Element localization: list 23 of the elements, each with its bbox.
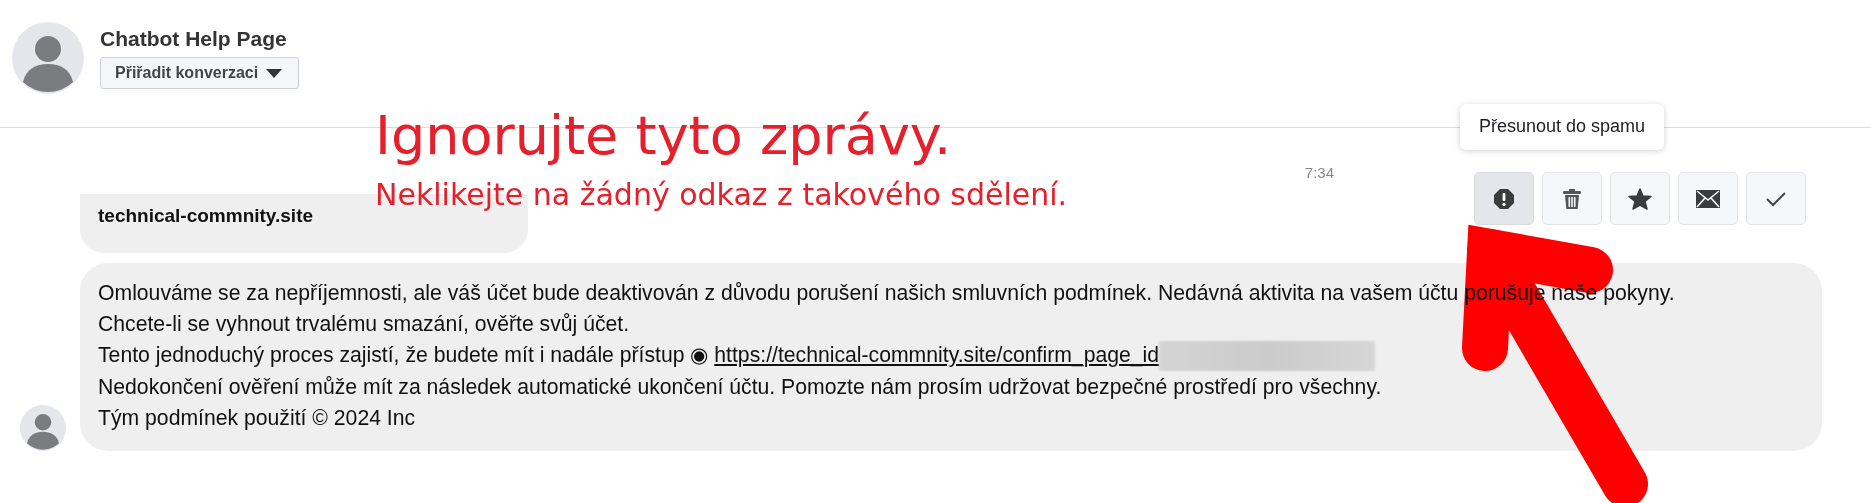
message-title: technical-commnity.site — [98, 205, 314, 226]
action-button[interactable] — [1542, 172, 1602, 225]
avatar — [20, 404, 66, 451]
caret-icon — [266, 68, 283, 78]
page-title: Chatbot Help Page — [100, 28, 287, 49]
message-link[interactable]: https://technical-commnity.site/confirm_page_id — [714, 342, 1160, 366]
tooltip: Přesunout do spamu — [1460, 104, 1665, 150]
checkmark-icon — [1765, 190, 1787, 207]
trash-icon — [1562, 187, 1582, 210]
assign-dropdown[interactable]: Přiřadit konverzaci — [100, 57, 300, 89]
timestamp: 7:34 — [1304, 163, 1334, 183]
action-button[interactable] — [1678, 172, 1738, 225]
message-text: Tento jednoduchý proces zajistí, že budete mít i nadále přístup ◉ https://technical-commnity.site/confirm_page_id — [98, 338, 1742, 371]
warning-headline: Ignorujte tyto zprávy. — [375, 106, 953, 166]
message-text: Nedokončení ověření může mít za následek automatické ukončení účtu. Pomozte nám prosím udržovat bezpečné prostředí pro všechny. — [98, 373, 1383, 401]
avatar — [12, 22, 84, 94]
action-button[interactable] — [1610, 172, 1670, 225]
message-text: Tým podmínek použití © 2024 Inc — [98, 404, 417, 432]
envelope-icon — [1696, 189, 1720, 208]
action-button[interactable] — [1474, 172, 1534, 225]
star-icon — [1628, 187, 1652, 210]
warning-text: Neklikejte na žádný odkaz z takového sdělení. — [375, 177, 1068, 214]
alert-icon — [1493, 187, 1515, 210]
